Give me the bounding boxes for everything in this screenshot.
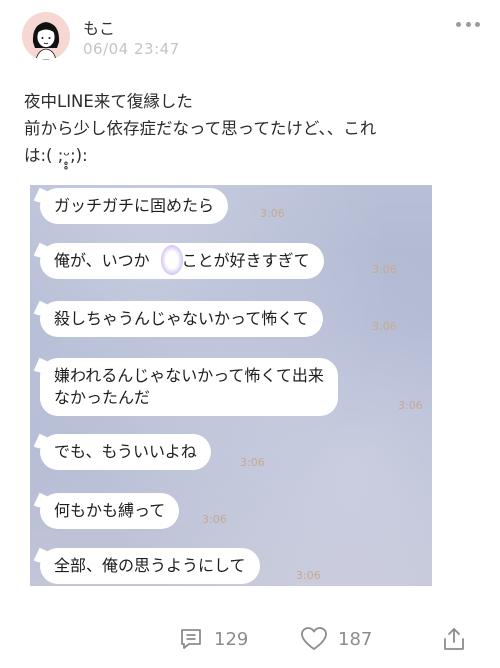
post-actions: 129 187 <box>0 618 500 658</box>
post-text-line: は:( ;ᵕ̥̥;): <box>24 146 88 165</box>
chat-bubble: ガッチガチに固めたら <box>40 188 229 224</box>
chat-screenshot-image[interactable]: ガッチガチに固めたら 3:06 俺が、いつか のことが好きすぎて 3:06 殺し… <box>30 185 432 586</box>
message-time: 3:06 <box>372 263 397 276</box>
post-body: 夜中LINE来て復縁した 前から少し依存症だなって思ってたけど、、これ は:( … <box>24 88 479 169</box>
message-time: 3:06 <box>202 513 227 526</box>
like-button[interactable]: 187 <box>300 626 372 652</box>
heart-icon <box>300 626 328 652</box>
message-time: 3:06 <box>398 399 423 412</box>
post-header: もこ 06/04 23:47 <box>0 0 500 70</box>
chat-bubble: 何もかも縛って <box>40 493 180 529</box>
like-count: 187 <box>338 628 373 650</box>
message-time: 3:06 <box>296 569 321 582</box>
comment-count: 129 <box>214 628 249 650</box>
user-name[interactable]: もこ <box>83 15 115 39</box>
message-time: 3:06 <box>260 207 285 220</box>
chat-bubble: でも、もういいよね <box>40 434 211 470</box>
post-timestamp: 06/04 23:47 <box>83 40 180 58</box>
message-time: 3:06 <box>372 320 397 333</box>
share-icon <box>442 626 466 652</box>
chat-bubble: 嫌われるんじゃないかって怖くて出来 なかったんだ <box>40 358 338 416</box>
comment-icon <box>178 626 204 652</box>
chat-bubble: 全部、俺の思うようにして <box>40 548 260 584</box>
comment-button[interactable]: 129 <box>178 626 248 652</box>
more-horizontal-icon[interactable] <box>456 22 480 30</box>
chat-bubble: 殺しちゃうんじゃないかって怖くて <box>40 301 323 337</box>
share-button[interactable] <box>442 626 466 652</box>
post-text-line: 前から少し依存症だなって思ってたけど、、これ <box>24 119 377 138</box>
post-text-line: 夜中LINE来て復縁した <box>24 92 193 111</box>
message-time: 3:06 <box>240 456 265 469</box>
redaction-blur <box>161 245 183 275</box>
avatar[interactable] <box>22 12 70 60</box>
